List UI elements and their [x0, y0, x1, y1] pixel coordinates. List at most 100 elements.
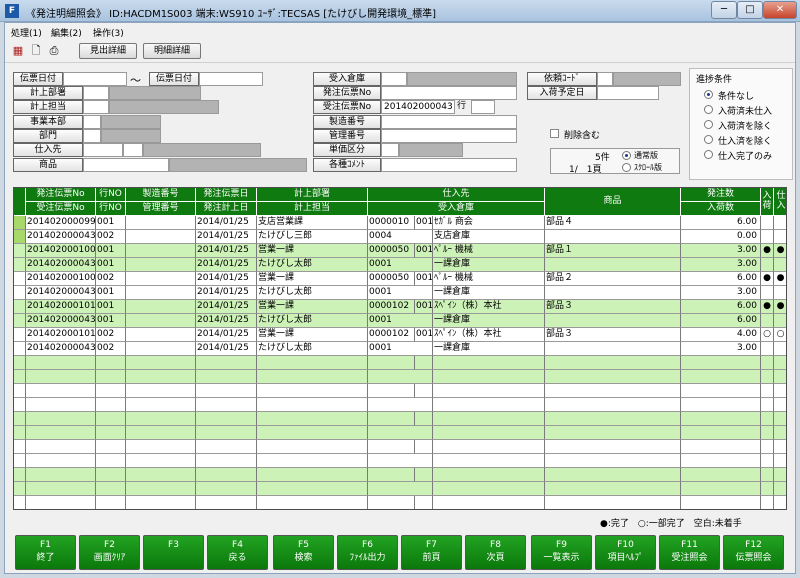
- cell-dept[interactable]: [257, 440, 368, 454]
- cell-supplier-name[interactable]: ｽﾍﾟｲﾝ（株）本社: [433, 300, 545, 314]
- cell-purchase-flag-blank[interactable]: [774, 286, 786, 300]
- cell-arrival-flag-blank[interactable]: [761, 230, 774, 244]
- cell-book-date[interactable]: 2014/01/25: [196, 258, 257, 272]
- cell-ro-no[interactable]: [26, 370, 96, 384]
- calendar-icon[interactable]: ▦: [11, 44, 25, 58]
- row-indicator[interactable]: [14, 454, 26, 468]
- date-from-input[interactable]: [63, 72, 127, 86]
- cell-dept[interactable]: [257, 496, 368, 509]
- cell-mfg-no[interactable]: [126, 356, 196, 370]
- cell-ro-no[interactable]: 201402000043: [26, 314, 96, 328]
- cell-row-no[interactable]: [96, 412, 126, 426]
- cell-ro-no[interactable]: 201402000043: [26, 230, 96, 244]
- cell-dept[interactable]: 営業一課: [257, 272, 368, 286]
- cell-po-no[interactable]: 201402000101: [26, 328, 96, 342]
- cell-qty[interactable]: 4.00: [681, 328, 761, 342]
- cell-arrival-flag-blank[interactable]: [761, 258, 774, 272]
- unit-class-input[interactable]: [381, 143, 399, 157]
- cell-row-no[interactable]: 002: [96, 342, 126, 356]
- f3-button[interactable]: F3: [143, 535, 204, 570]
- progress-radio-purchase-complete[interactable]: [704, 150, 713, 159]
- cell-staff[interactable]: たけびし三郎: [257, 230, 368, 244]
- cell-row-no[interactable]: [96, 398, 126, 412]
- cell-qty[interactable]: [681, 384, 761, 398]
- cell-row-no[interactable]: [96, 426, 126, 440]
- cell-supplier-branch[interactable]: 001: [415, 328, 433, 342]
- cell-arrival-flag-blank[interactable]: [761, 342, 774, 356]
- cell-supplier-name[interactable]: ｾｶﾞﾙ 商会: [433, 216, 545, 230]
- cell-supplier-branch[interactable]: [415, 440, 433, 454]
- cell-warehouse-name[interactable]: [433, 454, 545, 468]
- close-button[interactable]: ✕: [763, 1, 797, 19]
- cell-arrival-flag[interactable]: [761, 356, 774, 370]
- cell-row-no[interactable]: [96, 356, 126, 370]
- cell-staff[interactable]: [257, 370, 368, 384]
- col-header-supplier[interactable]: 仕入先: [368, 188, 545, 202]
- cell-row-no[interactable]: [96, 440, 126, 454]
- cell-supplier-branch[interactable]: [415, 468, 433, 482]
- col-header-staff[interactable]: 計上担当: [257, 202, 368, 216]
- cell-warehouse-name[interactable]: [433, 370, 545, 384]
- staff-code-input[interactable]: [83, 100, 109, 114]
- cell-purchase-flag-blank[interactable]: [774, 398, 786, 412]
- cell-row-no[interactable]: [96, 468, 126, 482]
- cell-order-date[interactable]: 2014/01/25: [196, 216, 257, 230]
- dept-code-input[interactable]: [83, 86, 109, 100]
- cell-warehouse-code[interactable]: [368, 398, 433, 412]
- cell-product[interactable]: 部品４: [545, 216, 681, 230]
- cell-purchase-flag[interactable]: [774, 384, 786, 398]
- cell-arrival-flag[interactable]: [761, 440, 774, 454]
- cell-arrival-flag-blank[interactable]: [761, 482, 774, 496]
- cell-mgmt-no[interactable]: [126, 482, 196, 496]
- cell-supplier-branch[interactable]: [415, 356, 433, 370]
- row-indicator[interactable]: [14, 258, 26, 272]
- include-deleted-checkbox[interactable]: [550, 129, 559, 138]
- cell-dept[interactable]: 営業一課: [257, 300, 368, 314]
- f4-back-button[interactable]: F4 戻る: [207, 535, 268, 570]
- cell-row-no[interactable]: [96, 496, 126, 509]
- cell-book-date[interactable]: 2014/01/25: [196, 286, 257, 300]
- cell-supplier-name[interactable]: ｽﾍﾟｲﾝ（株）本社: [433, 328, 545, 342]
- col-header-arrival-flag[interactable]: 入荷: [761, 188, 774, 216]
- menu-process[interactable]: 処理(1): [11, 26, 42, 39]
- product-code-input[interactable]: [83, 158, 169, 172]
- menu-edit[interactable]: 編集(2): [51, 26, 82, 39]
- cell-staff[interactable]: たけびし太郎: [257, 314, 368, 328]
- cell-supplier-code[interactable]: 0000102: [368, 300, 415, 314]
- cell-staff[interactable]: たけびし太郎: [257, 342, 368, 356]
- col-header-mfg-no[interactable]: 製造番号: [126, 188, 196, 202]
- cell-product[interactable]: 部品３: [545, 300, 681, 314]
- cell-mfg-no[interactable]: [126, 440, 196, 454]
- cell-supplier-code[interactable]: [368, 468, 415, 482]
- normal-view-radio[interactable]: [622, 151, 631, 160]
- cell-supplier-name[interactable]: ﾍﾟﾙｰ 機械: [433, 244, 545, 258]
- cell-ro-no[interactable]: 201402000043: [26, 258, 96, 272]
- cell-warehouse-name[interactable]: 一課倉庫: [433, 314, 545, 328]
- col-header-po-no[interactable]: 発注伝票No: [26, 188, 96, 202]
- date-to-input[interactable]: [199, 72, 263, 86]
- cell-product[interactable]: 部品１: [545, 244, 681, 258]
- cell-warehouse-code[interactable]: 0001: [368, 342, 433, 356]
- cell-book-date[interactable]: [196, 454, 257, 468]
- cell-supplier-name[interactable]: [433, 496, 545, 509]
- row-indicator[interactable]: [14, 216, 26, 230]
- col-header-book-date[interactable]: 発注計上日: [196, 202, 257, 216]
- cell-product-blank[interactable]: [545, 258, 681, 272]
- row-indicator[interactable]: [14, 398, 26, 412]
- cell-supplier-code[interactable]: [368, 496, 415, 509]
- cell-mfg-no[interactable]: [126, 328, 196, 342]
- cell-arrival-flag[interactable]: [761, 384, 774, 398]
- col-header-dept[interactable]: 計上部署: [257, 188, 368, 202]
- cell-supplier-branch[interactable]: 001: [415, 300, 433, 314]
- cell-arrival-flag[interactable]: [761, 468, 774, 482]
- cell-row-no[interactable]: 001: [96, 314, 126, 328]
- cell-po-no[interactable]: [26, 384, 96, 398]
- cell-warehouse-name[interactable]: [433, 398, 545, 412]
- cell-supplier-code[interactable]: [368, 412, 415, 426]
- f7-prev-page-button[interactable]: F7 前頁: [401, 535, 462, 570]
- col-header-ro-no[interactable]: 受注伝票No: [26, 202, 96, 216]
- cell-row-no[interactable]: 001: [96, 258, 126, 272]
- cell-supplier-code[interactable]: [368, 384, 415, 398]
- cell-row-no[interactable]: [96, 454, 126, 468]
- cell-arrived-qty[interactable]: 3.00: [681, 342, 761, 356]
